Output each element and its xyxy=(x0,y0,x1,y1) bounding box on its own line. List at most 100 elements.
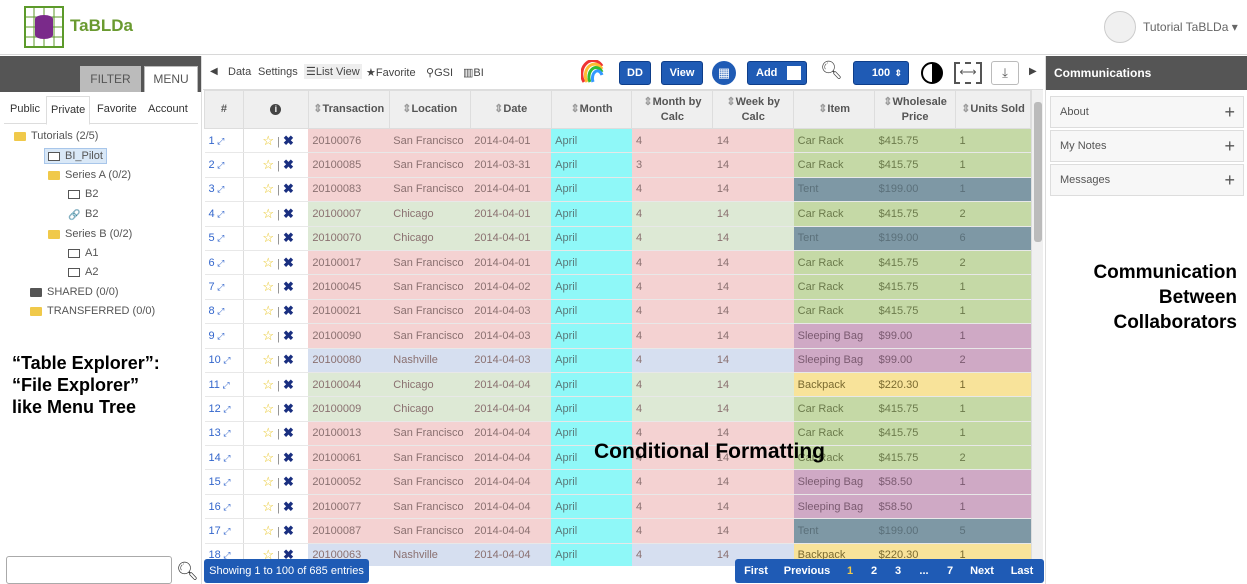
delete-icon[interactable]: ✖ xyxy=(283,230,294,245)
expand-icon[interactable]: ⤢ xyxy=(215,282,224,292)
expand-icon[interactable]: ⤢ xyxy=(215,209,224,219)
cell-price[interactable]: $220.30 xyxy=(874,372,956,398)
cell-item[interactable]: Car Rack xyxy=(793,152,875,178)
cell-month-calc[interactable]: 3 xyxy=(631,152,713,178)
row-actions[interactable]: ☆ | ✖ xyxy=(243,128,309,154)
cell-units[interactable]: 1 xyxy=(955,323,1031,349)
cell-location[interactable]: San Francisco xyxy=(389,518,471,544)
cell-units[interactable]: 1 xyxy=(955,177,1031,203)
cell-item[interactable]: Car Rack xyxy=(793,396,875,422)
cell-date[interactable]: 2014-04-04 xyxy=(470,543,552,566)
cell-month-calc[interactable]: 4 xyxy=(631,299,713,325)
expand-icon[interactable]: ⤢ xyxy=(221,453,230,463)
row-actions[interactable]: ☆ | ✖ xyxy=(243,152,309,178)
cell-location[interactable]: Chicago xyxy=(389,396,471,422)
cell-week-calc[interactable]: 14 xyxy=(712,323,794,349)
contrast-icon[interactable] xyxy=(921,62,943,84)
delete-icon[interactable]: ✖ xyxy=(283,450,294,465)
cell-item[interactable]: Sleeping Bag xyxy=(793,348,875,373)
chevron-right-icon[interactable]: ▶ xyxy=(1029,66,1037,77)
cell-month-calc[interactable]: 4 xyxy=(631,372,713,398)
rainbow-icon[interactable] xyxy=(581,60,605,84)
star-icon[interactable]: ☆ xyxy=(262,328,274,343)
cell-location[interactable]: San Francisco xyxy=(389,299,471,325)
cell-transaction[interactable]: 20100083 xyxy=(308,177,390,203)
row-actions[interactable]: ☆ | ✖ xyxy=(243,348,309,373)
cell-transaction[interactable]: 20100007 xyxy=(308,201,390,227)
cell-transaction[interactable]: 20100021 xyxy=(308,299,390,325)
page-7[interactable]: 7 xyxy=(941,559,959,583)
cell-price[interactable]: $199.00 xyxy=(874,177,956,203)
page-1[interactable]: 1 xyxy=(841,559,859,583)
cell-week-calc[interactable]: 14 xyxy=(712,372,794,398)
cell-month[interactable]: April xyxy=(551,396,632,422)
star-icon[interactable]: ☆ xyxy=(262,450,274,465)
delete-icon[interactable]: ✖ xyxy=(283,474,294,489)
row-number[interactable]: 10 ⤢ xyxy=(204,348,244,373)
delete-icon[interactable]: ✖ xyxy=(283,206,294,221)
cell-price[interactable]: $415.75 xyxy=(874,152,956,178)
cell-item[interactable]: Car Rack xyxy=(793,201,875,227)
table-row[interactable]: 4 ⤢ ☆ | ✖ 20100007 Chicago 2014-04-01 April 4 1… xyxy=(204,201,1031,227)
cell-location[interactable]: San Francisco xyxy=(389,250,471,276)
star-icon[interactable]: ☆ xyxy=(262,499,274,514)
cell-transaction[interactable]: 20100045 xyxy=(308,274,390,300)
cell-units[interactable]: 1 xyxy=(955,494,1031,520)
row-number[interactable]: 6 ⤢ xyxy=(204,250,244,276)
row-actions[interactable]: ☆ | ✖ xyxy=(243,177,309,203)
cell-location[interactable]: San Francisco xyxy=(389,128,471,154)
cell-week-calc[interactable]: 14 xyxy=(712,494,794,520)
star-icon[interactable]: ☆ xyxy=(262,352,274,367)
cell-transaction[interactable]: 20100061 xyxy=(308,445,390,471)
page-size-select[interactable]: 100 ⇕ xyxy=(853,61,909,85)
cell-month[interactable]: April xyxy=(551,299,632,325)
cell-item[interactable]: Tent xyxy=(793,226,875,251)
cell-week-calc[interactable]: 14 xyxy=(712,274,794,300)
delete-icon[interactable]: ✖ xyxy=(283,401,294,416)
expand-icon[interactable]: ⤢ xyxy=(221,526,230,536)
delete-icon[interactable]: ✖ xyxy=(283,352,294,367)
delete-icon[interactable]: ✖ xyxy=(283,157,294,172)
cell-month-calc[interactable]: 4 xyxy=(631,177,713,203)
cell-date[interactable]: 2014-03-31 xyxy=(470,152,552,178)
expand-icon[interactable]: ⤢ xyxy=(215,306,224,316)
col-header-price[interactable]: ⇕Wholesale Price xyxy=(874,90,957,129)
delete-icon[interactable]: ✖ xyxy=(283,523,294,538)
cell-week-calc[interactable]: 14 xyxy=(712,469,794,495)
cell-item[interactable]: Tent xyxy=(793,518,875,544)
delete-icon[interactable]: ✖ xyxy=(283,425,294,440)
col-header-month-calc[interactable]: ⇕Month by Calc xyxy=(631,90,714,129)
grid-icon[interactable]: ▦ xyxy=(712,61,736,85)
cell-units[interactable]: 2 xyxy=(955,201,1031,227)
view-button[interactable]: View xyxy=(661,61,703,85)
row-actions[interactable]: ☆ | ✖ xyxy=(243,494,309,520)
tree-item[interactable]: SHARED (0/0) xyxy=(30,286,119,298)
dd-button[interactable]: DD xyxy=(619,61,651,85)
cell-month-calc[interactable]: 4 xyxy=(631,226,713,251)
cell-month-calc[interactable]: 4 xyxy=(631,128,713,154)
cell-date[interactable]: 2014-04-04 xyxy=(470,421,552,447)
cell-location[interactable]: Chicago xyxy=(389,226,471,251)
row-actions[interactable]: ☆ | ✖ xyxy=(243,299,309,325)
search-icon[interactable]: 🔍︎ xyxy=(176,561,199,582)
expand-icon[interactable]: ⤢ xyxy=(215,136,224,146)
cell-transaction[interactable]: 20100044 xyxy=(308,372,390,398)
row-number[interactable]: 1 ⤢ xyxy=(204,128,244,154)
cell-price[interactable]: $415.75 xyxy=(874,445,956,471)
cell-units[interactable]: 1 xyxy=(955,152,1031,178)
page-previous[interactable]: Previous xyxy=(781,559,833,583)
cell-price[interactable]: $415.75 xyxy=(874,396,956,422)
table-row[interactable]: 17 ⤢ ☆ | ✖ 20100087 San Francisco 2014-04-04… xyxy=(204,518,1031,544)
cell-month-calc[interactable]: 4 xyxy=(631,348,713,373)
accordion-about[interactable]: About + xyxy=(1050,96,1244,128)
tree-item-selected[interactable]: BI_Pilot xyxy=(44,148,107,164)
accordion-messages[interactable]: Messages + xyxy=(1050,164,1244,196)
cell-units[interactable]: 5 xyxy=(955,518,1031,544)
cell-week-calc[interactable]: 14 xyxy=(712,128,794,154)
delete-icon[interactable]: ✖ xyxy=(283,328,294,343)
cell-location[interactable]: San Francisco xyxy=(389,421,471,447)
cell-month[interactable]: April xyxy=(551,177,632,203)
cell-item[interactable]: Car Rack xyxy=(793,299,875,325)
tree-search-input[interactable] xyxy=(6,556,172,584)
toolbar-data[interactable]: Data xyxy=(228,66,251,78)
